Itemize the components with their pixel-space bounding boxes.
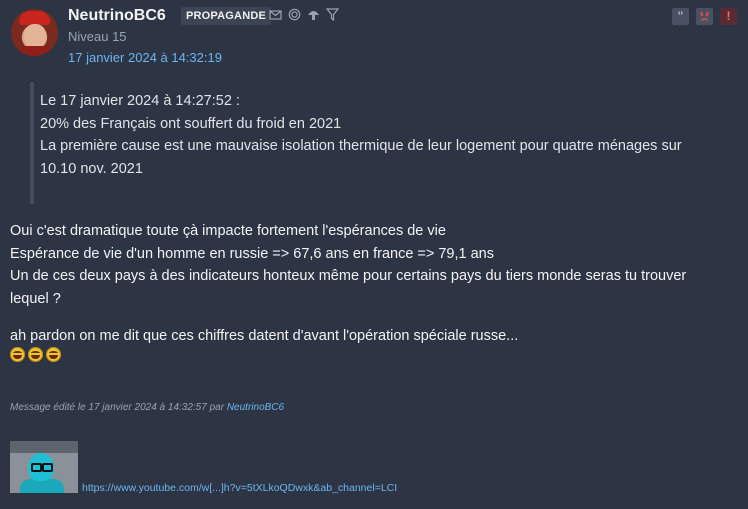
message-line: Un de ces deux pays à des indicateurs ho…: [10, 268, 687, 284]
grin-smiley-icon: [28, 347, 43, 362]
filter-icon[interactable]: [325, 8, 340, 22]
grin-smiley-icon: [10, 347, 25, 362]
avatar-face: [24, 24, 46, 48]
user-avatar[interactable]: [11, 9, 58, 56]
username[interactable]: NeutrinoBC6: [68, 7, 166, 25]
avatar-cap: [19, 11, 50, 25]
quote-line: La première cause est une mauvaise isola…: [40, 138, 682, 154]
message-line: ah pardon on me dit que ces chiffres dat…: [10, 328, 519, 344]
message-line: lequel ?: [10, 291, 61, 307]
angry-face-icon[interactable]: [696, 8, 713, 25]
smiley-row: [10, 347, 61, 362]
spiral-icon[interactable]: [288, 8, 301, 21]
thumb-figure-body: [20, 479, 64, 493]
mushroom-icon[interactable]: [307, 8, 320, 21]
quote-icon[interactable]: ": [672, 8, 689, 25]
message-line: Oui c'est dramatique toute çà impacte fo…: [10, 223, 446, 239]
avatar-shirt: [15, 46, 55, 56]
thumb-background: [10, 441, 78, 453]
signature-image[interactable]: [10, 441, 78, 493]
message-line: Espérance de vie d'un homme en russie =>…: [10, 246, 495, 262]
quote-header: Le 17 janvier 2024 à 14:27:52 :: [40, 93, 240, 109]
signature-link[interactable]: https://www.youtube.com/w[...]h?v=5tXLko…: [82, 482, 397, 494]
post-actions: " !: [672, 8, 737, 25]
post-date-link[interactable]: 17 janvier 2024 à 14:32:19: [68, 50, 222, 65]
edit-notice-text: Message édité le 17 janvier 2024 à 14:32…: [10, 402, 227, 413]
user-level: Niveau 15: [68, 29, 127, 44]
quote-line: 10.10 nov. 2021: [40, 161, 143, 177]
quote-block: Le 17 janvier 2024 à 14:27:52 : 20% des …: [30, 82, 724, 204]
alert-icon[interactable]: !: [720, 8, 737, 25]
grin-smiley-icon: [46, 347, 61, 362]
thumb-glasses-left: [31, 463, 42, 472]
quote-line: 20% des Français ont souffert du froid e…: [40, 116, 342, 132]
edit-notice: Message édité le 17 janvier 2024 à 14:32…: [10, 402, 284, 413]
thumb-glasses-right: [42, 463, 53, 472]
header-icons: [269, 8, 340, 22]
mail-icon[interactable]: [269, 8, 282, 21]
edit-author-link[interactable]: NeutrinoBC6: [227, 402, 284, 413]
user-badge: PROPAGANDE: [181, 7, 272, 25]
